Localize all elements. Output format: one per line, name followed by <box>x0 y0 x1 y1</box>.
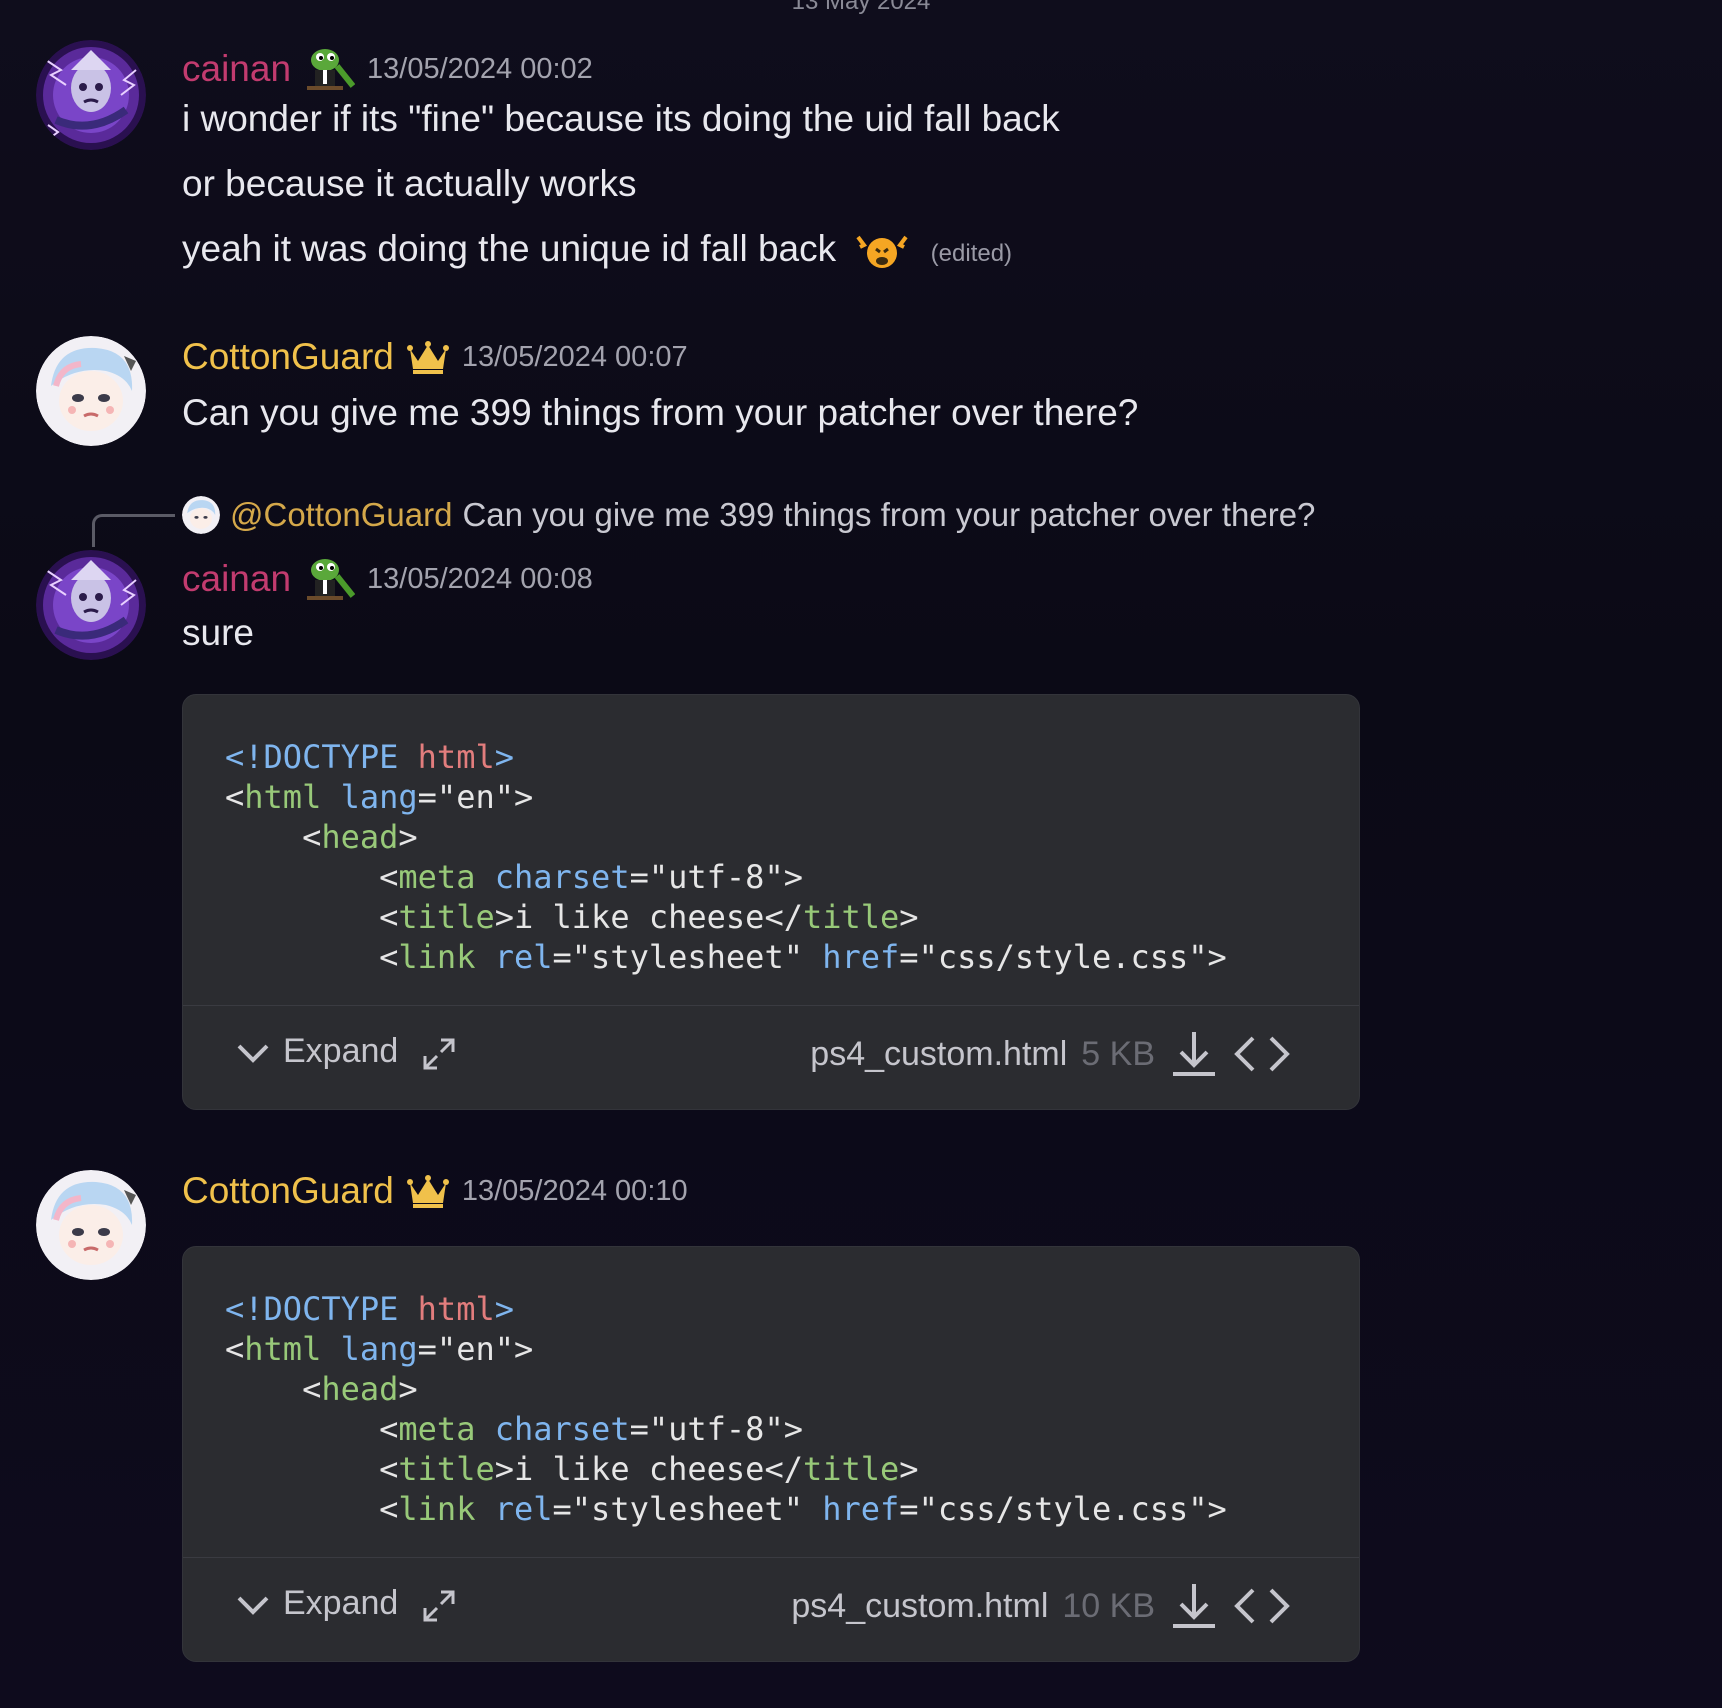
code-line: <html lang="en"> <box>225 778 534 816</box>
reply-preview[interactable]: @CottonGuard Can you give me 399 things … <box>182 496 1315 534</box>
download-icon[interactable] <box>1169 1028 1219 1080</box>
code-line: <!DOCTYPE html> <box>225 738 514 776</box>
code-line: <link rel="stylesheet" href="css/style.c… <box>225 938 1227 976</box>
message-header: CottonGuard 13/05/2024 00:10 <box>182 1170 688 1212</box>
username[interactable]: CottonGuard <box>182 1170 394 1212</box>
avatar[interactable] <box>36 550 146 660</box>
code-line: <title>i like cheese</title> <box>225 1450 919 1488</box>
crown-icon <box>406 1175 449 1208</box>
code-line: <meta charset="utf-8"> <box>225 858 803 896</box>
code-footer: Expand ps4_custom.html 5 KB <box>183 1005 1359 1106</box>
message-text: sure <box>182 612 254 653</box>
expand-label: Expand <box>283 1032 399 1070</box>
download-icon[interactable] <box>1169 1580 1219 1632</box>
code-line: <head> <box>225 818 418 856</box>
chevron-down-icon <box>237 1044 269 1063</box>
avatar[interactable] <box>36 336 146 446</box>
code-attachment: <!DOCTYPE html> <html lang="en"> <head> <… <box>182 694 1360 1110</box>
chevron-down-icon <box>237 1596 269 1615</box>
pepe-badge-icon <box>307 49 356 90</box>
message-text: i wonder if its "fine" because its doing… <box>182 98 1060 139</box>
message-text: Can you give me 399 things from your pat… <box>182 392 1139 433</box>
date-divider: 13 May 2024 <box>791 0 931 15</box>
avatar-cottonguard-image <box>36 1170 146 1280</box>
code-line: <title>i like cheese</title> <box>225 898 919 936</box>
avatar-cottonguard-small-image <box>182 496 220 534</box>
crown-icon <box>406 341 449 374</box>
message-header: cainan 13/05/2024 00:08 <box>182 556 593 602</box>
expand-button[interactable]: Expand <box>235 1584 398 1623</box>
code-preview: <!DOCTYPE html> <html lang="en"> <head> <… <box>183 695 1359 1005</box>
code-line: <link rel="stylesheet" href="css/style.c… <box>225 1490 1227 1528</box>
filename[interactable]: ps4_custom.html <box>810 1035 1067 1074</box>
code-footer: Expand ps4_custom.html 10 KB <box>183 1557 1359 1658</box>
message-text: or because it actually works <box>182 163 637 204</box>
message-text: yeah it was doing the unique id fall bac… <box>182 228 837 269</box>
file-info: ps4_custom.html 10 KB <box>791 1580 1291 1632</box>
code-line: <meta charset="utf-8"> <box>225 1410 803 1448</box>
code-attachment: <!DOCTYPE html> <html lang="en"> <head> <… <box>182 1246 1360 1662</box>
avatar[interactable] <box>36 1170 146 1280</box>
code-preview: <!DOCTYPE html> <html lang="en"> <head> <… <box>183 1247 1359 1557</box>
timestamp: 13/05/2024 00:10 <box>461 1174 688 1207</box>
filename[interactable]: ps4_custom.html <box>791 1587 1048 1626</box>
message-header: cainan 13/05/2024 00:02 <box>182 46 593 92</box>
code-brackets-icon[interactable] <box>1233 1584 1291 1628</box>
expand-arrows-icon[interactable] <box>421 1036 457 1072</box>
expand-label: Expand <box>283 1584 399 1622</box>
reply-mention[interactable]: @CottonGuard <box>230 496 452 534</box>
code-line: <head> <box>225 1370 418 1408</box>
code-brackets-icon[interactable] <box>1233 1032 1291 1076</box>
file-size: 10 KB <box>1062 1586 1155 1625</box>
username[interactable]: cainan <box>182 558 291 600</box>
angry-emoji-icon <box>856 236 908 269</box>
code-line: <!DOCTYPE html> <box>225 1290 514 1328</box>
username[interactable]: cainan <box>182 48 291 90</box>
reply-text: Can you give me 399 things from your pat… <box>462 496 1316 533</box>
timestamp: 13/05/2024 00:08 <box>367 562 593 595</box>
pepe-badge-icon <box>307 559 356 600</box>
avatar[interactable] <box>36 40 146 150</box>
expand-button[interactable]: Expand <box>235 1032 398 1071</box>
file-info: ps4_custom.html 5 KB <box>810 1028 1291 1080</box>
code-line: <html lang="en"> <box>225 1330 534 1368</box>
timestamp: 13/05/2024 00:07 <box>461 340 688 373</box>
message-text-row: yeah it was doing the unique id fall bac… <box>182 228 1012 271</box>
expand-arrows-icon[interactable] <box>421 1588 457 1624</box>
file-size: 5 KB <box>1081 1034 1155 1073</box>
avatar-cottonguard-image <box>36 336 146 446</box>
edited-label: (edited) <box>930 240 1013 267</box>
avatar-cainan-image <box>36 40 146 150</box>
reply-avatar <box>182 496 220 534</box>
message-header: CottonGuard 13/05/2024 00:07 <box>182 336 688 378</box>
avatar-cainan-image <box>36 550 146 660</box>
username[interactable]: CottonGuard <box>182 336 394 378</box>
timestamp: 13/05/2024 00:02 <box>367 52 593 85</box>
reply-connector <box>92 514 175 547</box>
